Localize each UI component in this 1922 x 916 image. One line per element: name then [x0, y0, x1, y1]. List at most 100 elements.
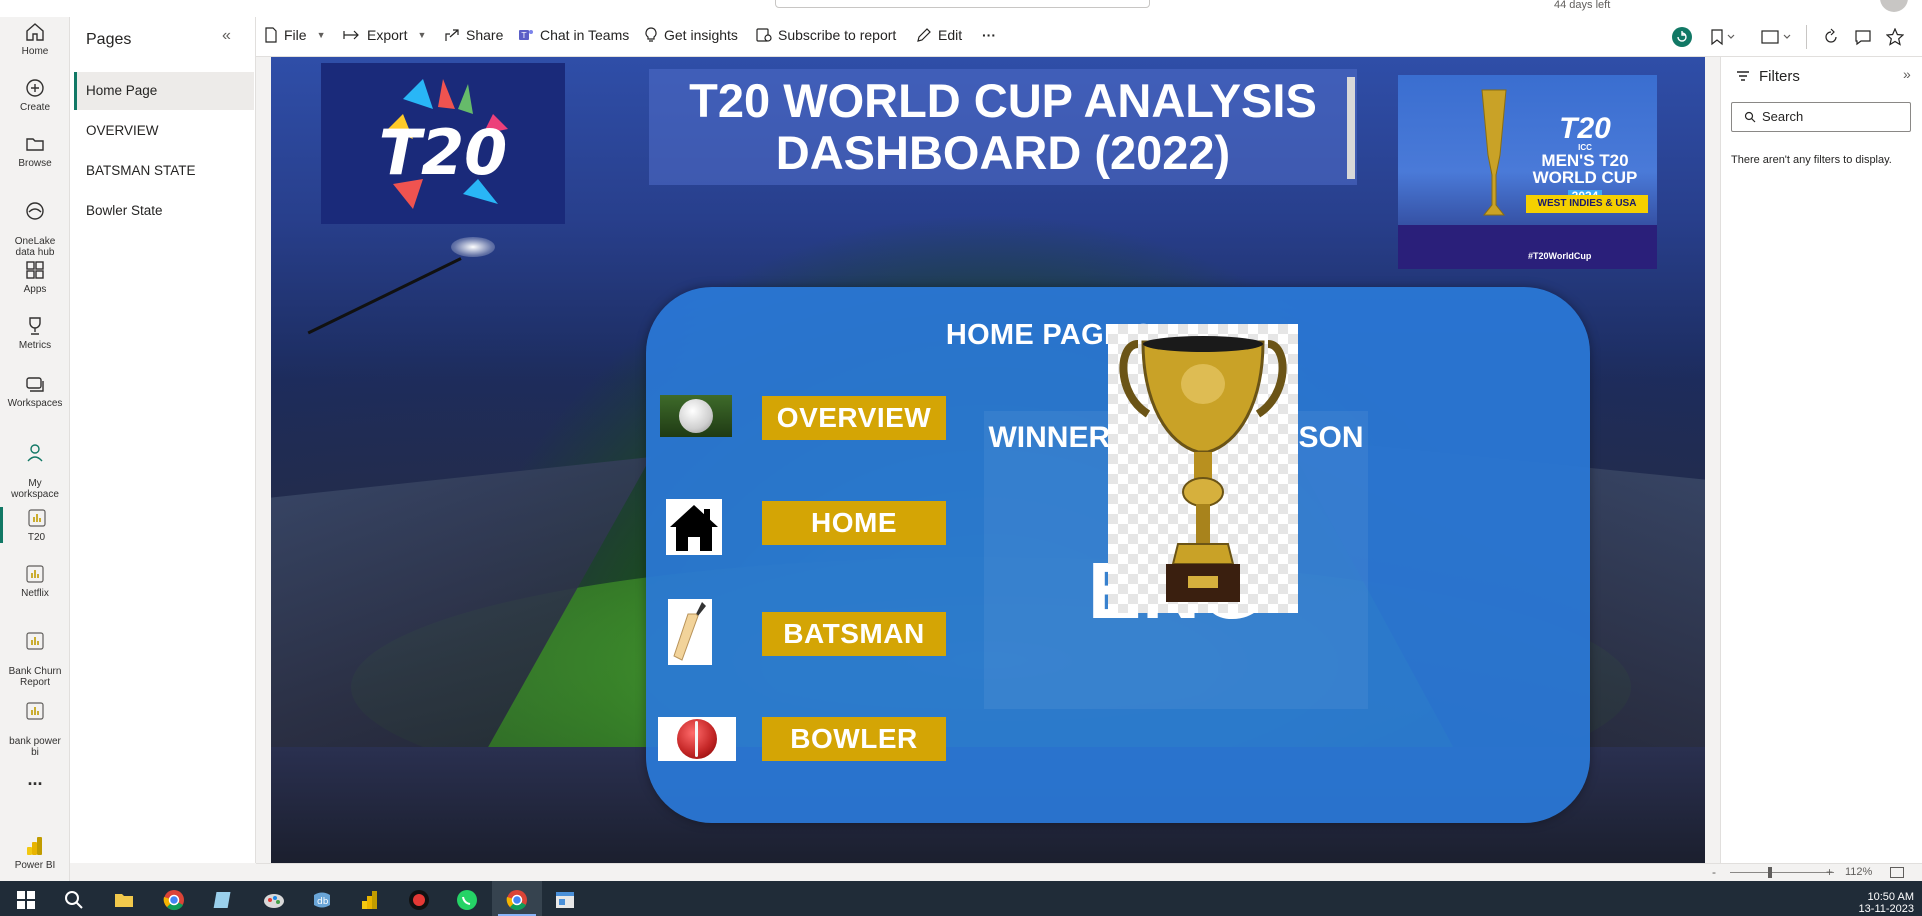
filters-title: Filters: [1759, 68, 1800, 85]
workspaces-icon: [26, 377, 44, 392]
home-nav-image[interactable]: [666, 499, 722, 555]
chrome-icon[interactable]: [163, 889, 185, 911]
apps-icon: [26, 261, 44, 279]
rail-item-onelake[interactable]: OneLake data hub: [0, 189, 70, 269]
taskbar-search-icon[interactable]: [63, 889, 85, 911]
refresh-icon[interactable]: [1822, 28, 1840, 51]
rail-item-home[interactable]: Home: [0, 21, 70, 57]
refresh-status-icon[interactable]: [1671, 26, 1693, 53]
rail-item-label: Power BI: [14, 860, 56, 871]
power-bi-taskbar-icon[interactable]: [359, 889, 381, 911]
report-icon: [26, 702, 44, 720]
page-home[interactable]: Home Page: [74, 72, 254, 110]
rail-item-metrics[interactable]: Metrics: [0, 315, 70, 351]
left-logo-text: T20: [379, 116, 508, 189]
page-overview[interactable]: OVERVIEW: [74, 112, 254, 150]
export-label: Export: [367, 27, 408, 43]
zoom-slider-track[interactable]: [1730, 872, 1834, 873]
bowler-nav-image[interactable]: [658, 717, 736, 761]
file-explorer-icon[interactable]: [113, 889, 135, 911]
right-logo-line2: WORLD CUP: [1532, 168, 1638, 187]
more-icon[interactable]: ...: [0, 769, 70, 790]
view-icon[interactable]: [1760, 28, 1796, 51]
zoom-level: 112%: [1845, 866, 1873, 878]
export-menu[interactable]: Export ▼: [343, 27, 426, 43]
chat-in-teams-button[interactable]: T Chat in Teams: [518, 27, 629, 43]
toolbar-divider: [1806, 25, 1807, 49]
comment-icon[interactable]: [1854, 28, 1872, 51]
export-icon: [343, 30, 359, 40]
rail-item-create[interactable]: Create: [0, 77, 70, 113]
cricket-ball-grass-image[interactable]: [660, 395, 732, 437]
avatar[interactable]: [1880, 0, 1908, 12]
filters-search-box[interactable]: [1731, 102, 1911, 132]
filters-search-input[interactable]: [1762, 109, 1902, 124]
subscribe-button[interactable]: Subscribe to report: [756, 27, 896, 43]
home-nav-button[interactable]: HOME: [762, 501, 946, 545]
world-cup-trophy-icon: [1481, 89, 1507, 216]
report-icon: [27, 509, 46, 527]
page-bowler-state[interactable]: Bowler State: [74, 192, 254, 230]
global-search-box[interactable]: [775, 0, 1150, 8]
notes-app-icon[interactable]: [213, 889, 235, 911]
zoom-slider-thumb[interactable]: [1767, 867, 1772, 878]
bowler-nav-button[interactable]: BOWLER: [762, 717, 946, 761]
edit-button[interactable]: Edit: [916, 27, 962, 43]
taskbar-clock[interactable]: 10:50 AM 13-11-2023: [1854, 891, 1914, 915]
batsman-nav-button[interactable]: BATSMAN: [762, 612, 946, 656]
zoom-out-button[interactable]: -: [1712, 865, 1716, 879]
svg-text:T: T: [521, 31, 527, 40]
database-app-icon[interactable]: db: [311, 889, 333, 911]
share-button[interactable]: Share: [444, 27, 503, 43]
rail-item-my-workspace[interactable]: My workspace: [0, 431, 70, 511]
left-nav-rail: Home Create Browse OneLake data hub Apps…: [0, 17, 70, 881]
windows-start-icon[interactable]: [15, 889, 37, 911]
right-logo-line1: MEN'S T20: [1541, 151, 1629, 170]
paint-app-icon[interactable]: [263, 889, 285, 911]
filters-pane: Filters » There aren't any filters to di…: [1720, 57, 1922, 863]
chrome-active-icon[interactable]: [498, 889, 536, 916]
right-logo-hashtag: #T20WorldCup: [1528, 251, 1592, 261]
svg-text:db: db: [317, 897, 329, 907]
right-logo-cup-text: T20 ICC MEN'S T20 WORLD CUP 2024: [1520, 114, 1650, 203]
trophy-image: [1108, 324, 1298, 613]
record-app-icon[interactable]: [408, 889, 430, 911]
window-app-icon[interactable]: [554, 889, 576, 911]
get-insights-button[interactable]: Get insights: [644, 27, 738, 43]
collapse-filters-icon[interactable]: »: [1903, 66, 1911, 82]
clock-date: 13-11-2023: [1858, 903, 1914, 915]
overview-nav-button[interactable]: OVERVIEW: [762, 396, 946, 440]
favorite-star-icon[interactable]: [1885, 27, 1905, 51]
teams-label: Chat in Teams: [540, 27, 630, 43]
rail-item-bank-power-bi[interactable]: bank power bi: [0, 689, 70, 769]
report-title: T20 WORLD CUP ANALYSIS DASHBOARD (2022): [689, 74, 1317, 179]
rail-item-label: Workspaces: [7, 398, 63, 409]
subscribe-icon: [756, 28, 772, 42]
rail-item-label: OneLake data hub: [14, 236, 56, 258]
right-logo-banner: WEST INDIES & USA: [1526, 195, 1648, 213]
rail-item-label: Browse: [18, 158, 52, 169]
zoom-in-button[interactable]: +: [1826, 865, 1833, 879]
page-batsman-state[interactable]: BATSMAN STATE: [74, 152, 254, 190]
whatsapp-icon[interactable]: [456, 889, 478, 911]
more-options-button[interactable]: ···: [982, 27, 996, 43]
rail-item-power-bi[interactable]: Power BI: [0, 835, 70, 871]
bookmark-icon[interactable]: [1710, 28, 1738, 51]
rail-item-bank-churn[interactable]: Bank Churn Report: [0, 619, 70, 699]
rail-item-netflix[interactable]: Netflix: [0, 563, 70, 599]
fit-to-page-icon[interactable]: [1890, 867, 1904, 878]
file-menu[interactable]: File ▼: [264, 27, 325, 43]
bat-nav-image[interactable]: [668, 599, 712, 665]
status-bar: - + 112%: [256, 863, 1922, 881]
subscribe-label: Subscribe to report: [778, 27, 897, 43]
floodlight: [451, 237, 495, 257]
search-icon: [1744, 111, 1756, 123]
rail-item-workspaces[interactable]: Workspaces: [0, 373, 70, 409]
rail-item-browse[interactable]: Browse: [0, 133, 70, 169]
rail-item-label: Bank Churn Report: [8, 666, 62, 688]
rail-item-label: My workspace: [11, 478, 59, 500]
rail-item-t20[interactable]: T20: [0, 507, 70, 543]
collapse-pane-icon[interactable]: «: [222, 27, 231, 45]
rail-item-apps[interactable]: Apps: [0, 259, 70, 295]
pages-pane: Pages « Home Page OVERVIEW BATSMAN STATE…: [70, 17, 256, 863]
